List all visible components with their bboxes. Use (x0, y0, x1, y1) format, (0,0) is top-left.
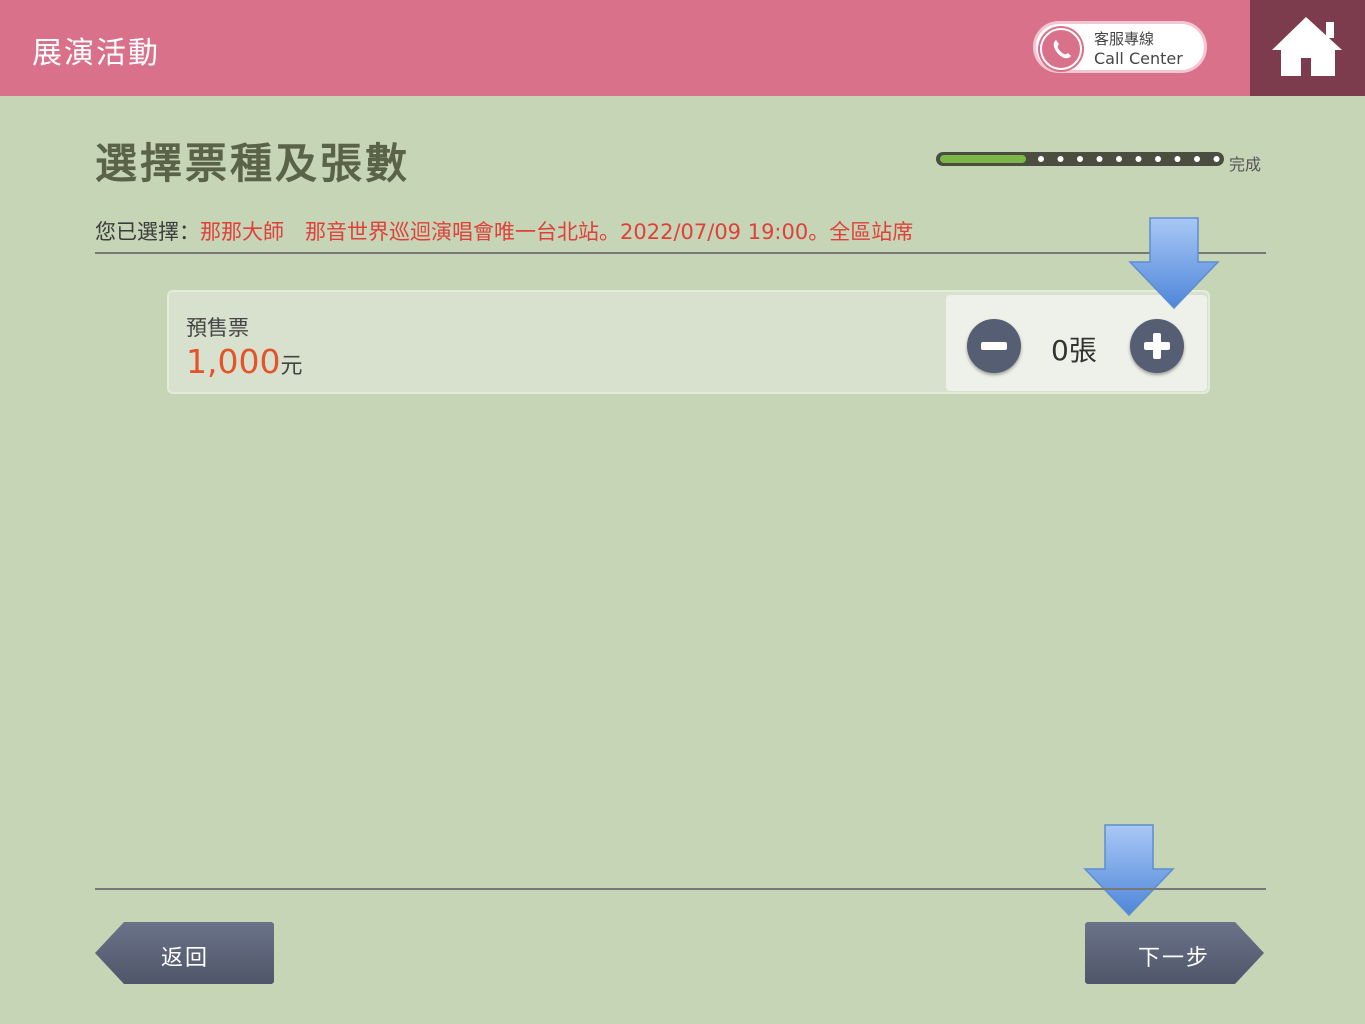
back-button-label: 返回 (160, 946, 209, 971)
call-center-button[interactable]: 客服專線 Call Center (1033, 21, 1207, 73)
progress-indicator (936, 152, 1224, 166)
selection-summary: 您已選擇：那那大師 那音世界巡迴演唱會唯一台北站。2022/07/09 19:0… (95, 216, 913, 246)
down-arrow-icon (1128, 217, 1220, 310)
quantity-unit: 張 (1068, 334, 1097, 367)
progress-step-dot (1116, 156, 1122, 162)
progress-step-dot (1155, 156, 1161, 162)
divider-top (95, 252, 1266, 254)
progress-step-dot (1038, 156, 1044, 162)
home-icon (1272, 17, 1342, 76)
progress-step-dot (1096, 156, 1103, 162)
page-title: 選擇票種及張數 (95, 139, 411, 188)
home-button[interactable] (1250, 0, 1365, 96)
quantity-value: 0 (1051, 334, 1069, 367)
quantity-display: 0張 (1051, 329, 1097, 369)
increase-button[interactable] (1130, 319, 1184, 373)
ticket-price: 1,000元 (186, 342, 303, 381)
progress-fill (940, 155, 1026, 163)
ticket-name: 預售票 (186, 316, 249, 340)
progress-step-dot (1194, 156, 1200, 162)
progress-step-dot (1174, 156, 1181, 162)
divider-bottom (95, 888, 1266, 890)
selection-value: 那那大師 那音世界巡迴演唱會唯一台北站。2022/07/09 19:00。全區站… (200, 220, 914, 244)
back-button[interactable]: 返回 (94, 920, 276, 986)
call-center-label-en: Call Center (1094, 49, 1183, 68)
header-bar: 展演活動 客服專線 Call Center (0, 0, 1250, 96)
progress-done-label: 完成 (1229, 155, 1262, 174)
progress-step-dot (1077, 156, 1083, 162)
next-button[interactable]: 下一步 (1083, 920, 1265, 986)
ticket-row: 預售票 1,000元 0張 (167, 290, 1210, 394)
phone-icon (1040, 28, 1082, 70)
plus-icon (1144, 333, 1170, 359)
call-center-label-zh: 客服專線 (1094, 30, 1155, 48)
down-arrow-icon (1083, 824, 1175, 917)
progress-step-dot (1057, 156, 1064, 162)
decrease-button[interactable] (967, 319, 1021, 373)
app-title: 展演活動 (32, 36, 160, 71)
selection-label: 您已選擇： (95, 220, 200, 244)
ticket-price-unit: 元 (280, 354, 303, 379)
ticket-price-value: 1,000 (186, 342, 281, 381)
progress-step-dot (1213, 156, 1220, 162)
progress-step-dot (1135, 156, 1142, 162)
next-button-label: 下一步 (1137, 946, 1210, 971)
minus-icon (981, 342, 1007, 350)
